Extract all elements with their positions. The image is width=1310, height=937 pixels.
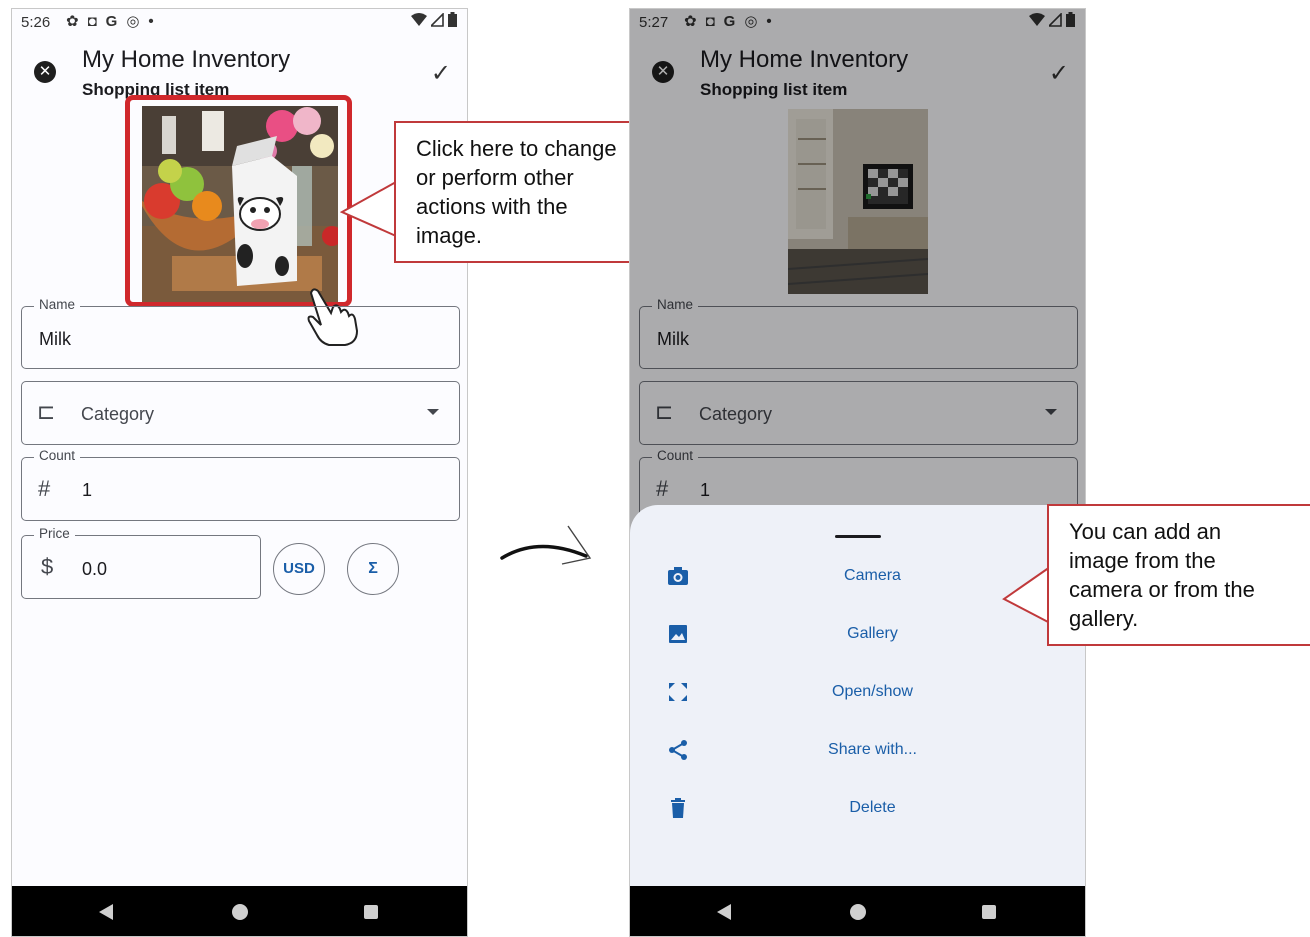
close-icon[interactable]: ✕ — [652, 61, 674, 83]
status-time: 5:26 — [21, 14, 51, 31]
a-icon: ◘ — [87, 12, 97, 30]
system-icons — [1029, 12, 1075, 27]
at-icon: ◎ — [744, 13, 758, 30]
category-placeholder: Category — [699, 404, 773, 424]
gear-icon: ✿ — [684, 13, 697, 30]
crop-icon: ⊏ — [37, 399, 56, 424]
back-icon[interactable] — [717, 904, 731, 920]
dot-icon: • — [766, 12, 772, 30]
item-image[interactable] — [788, 109, 928, 294]
status-icons: ✿ ◘ G ◎ • — [66, 12, 154, 31]
dot-icon: • — [148, 12, 154, 30]
recents-icon[interactable] — [364, 905, 378, 919]
status-icons: ✿ ◘ G ◎ • — [684, 12, 772, 31]
gear-icon: ✿ — [66, 13, 79, 30]
g-icon: G — [105, 12, 118, 30]
callout-right-line: You can add an — [1069, 519, 1222, 544]
callout-right-line: gallery. — [1069, 606, 1139, 631]
count-field-value: 1 — [700, 480, 711, 500]
hash-icon: # — [656, 476, 669, 501]
callout-pointer-left — [340, 180, 398, 238]
sheet-item-share[interactable]: Share with... — [630, 729, 1085, 773]
name-field[interactable]: Name Milk — [639, 297, 1078, 369]
app-title: My Home Inventory — [700, 46, 909, 73]
save-check-icon[interactable]: ✓ — [1049, 59, 1069, 88]
at-icon: ◎ — [126, 13, 140, 30]
hash-icon: # — [38, 476, 51, 501]
price-field-value: 0.0 — [82, 559, 108, 579]
system-nav-bar — [12, 886, 467, 936]
name-field-value: Milk — [39, 329, 71, 349]
callout-right-line: image from the — [1069, 548, 1216, 573]
app-subtitle: Shopping list item — [700, 80, 848, 99]
count-field[interactable]: Count # 1 — [21, 448, 460, 521]
currency-button[interactable]: USD — [273, 543, 325, 595]
transition-arrow-icon — [500, 525, 592, 565]
name-field-value: Milk — [657, 329, 689, 349]
category-placeholder: Category — [81, 404, 155, 424]
price-field[interactable]: Price $ 0.0 — [21, 526, 261, 599]
wifi-icon — [1029, 12, 1045, 26]
callout-pointer-right — [1002, 565, 1052, 625]
signal-icon — [431, 12, 444, 27]
room-photo — [788, 109, 928, 294]
g-icon: G — [723, 12, 736, 30]
home-icon[interactable] — [232, 904, 248, 920]
count-field-label: Count — [652, 448, 699, 463]
category-dropdown[interactable]: ⊏ Category — [639, 381, 1078, 445]
count-field-label: Count — [34, 448, 81, 463]
sheet-item-label: Delete — [849, 799, 896, 816]
app-title: My Home Inventory — [82, 46, 291, 73]
image-highlight-frame — [125, 95, 352, 307]
crop-icon: ⊏ — [655, 399, 674, 424]
sheet-item-delete[interactable]: Delete — [630, 787, 1085, 831]
sheet-item-label: Gallery — [847, 625, 898, 642]
a-icon: ◘ — [705, 12, 715, 30]
callout-right: You can add an image from the camera or … — [1047, 504, 1310, 646]
image-actions-bottom-sheet: Camera Gallery Open/show Share with... D… — [630, 505, 1085, 888]
dropdown-arrow-icon — [427, 409, 439, 415]
status-bar: 5:27 ✿ ◘ G ◎ • — [630, 9, 1085, 37]
count-field-value: 1 — [82, 480, 93, 500]
recents-icon[interactable] — [982, 905, 996, 919]
status-bar: 5:26 ✿ ◘ G ◎ • — [12, 9, 467, 37]
sheet-item-open-show[interactable]: Open/show — [630, 671, 1085, 715]
dropdown-arrow-icon — [1045, 409, 1057, 415]
sheet-item-label: Share with... — [828, 741, 917, 758]
sum-button[interactable]: Σ — [347, 543, 399, 595]
sheet-drag-handle[interactable] — [835, 535, 881, 538]
close-icon[interactable]: ✕ — [34, 61, 56, 83]
system-icons — [411, 12, 457, 27]
category-dropdown[interactable]: ⊏ Category — [21, 381, 460, 445]
name-field-label: Name — [652, 297, 699, 312]
save-check-icon[interactable]: ✓ — [431, 59, 451, 88]
back-icon[interactable] — [99, 904, 113, 920]
name-field-label: Name — [34, 297, 81, 312]
price-field-label: Price — [34, 526, 75, 541]
callout-right-line: camera or from the — [1069, 577, 1255, 602]
battery-icon — [1066, 12, 1075, 27]
phone-screen-after: 5:27 ✿ ◘ G ◎ • ✕ My Home Inventory Shopp… — [629, 8, 1086, 937]
status-time: 5:27 — [639, 14, 669, 31]
sheet-item-label: Open/show — [832, 683, 913, 700]
name-field[interactable]: Name Milk — [21, 297, 460, 369]
battery-icon — [448, 12, 457, 27]
signal-icon — [1049, 12, 1062, 27]
dollar-icon: $ — [41, 554, 54, 579]
home-icon[interactable] — [850, 904, 866, 920]
system-nav-bar — [630, 886, 1085, 936]
wifi-icon — [411, 12, 427, 26]
